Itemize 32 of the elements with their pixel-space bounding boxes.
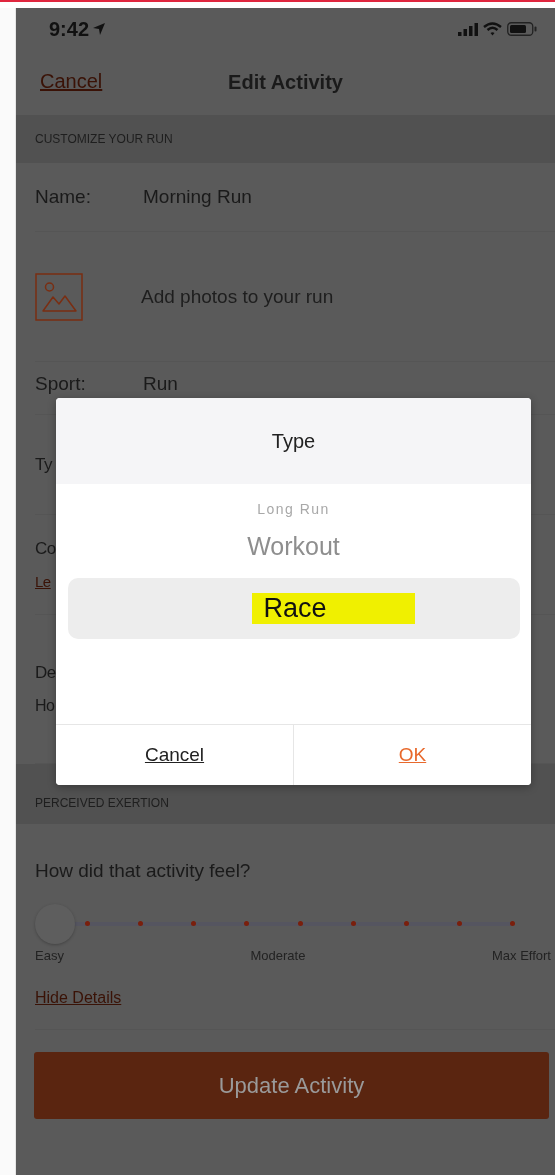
field-label: Ty xyxy=(35,454,52,475)
field-label: Co xyxy=(35,539,56,559)
scale-label: Moderate xyxy=(250,948,306,963)
status-time: 9:42 xyxy=(49,17,90,41)
field-label: De xyxy=(35,663,56,683)
dialog-title: Type xyxy=(56,398,531,484)
field-value: Morning Run xyxy=(143,186,252,208)
picker-option[interactable]: Race xyxy=(252,593,415,624)
field-value: Ho xyxy=(35,697,55,715)
detail-link[interactable]: Le xyxy=(35,573,51,590)
exertion-question: How did that activity feel? xyxy=(35,860,252,882)
add-photos-prompt[interactable]: Add photos to your run xyxy=(141,285,334,308)
scale-label: Max Effort xyxy=(492,948,551,963)
cancel-link[interactable]: Cancel xyxy=(40,70,103,93)
picker-option[interactable]: Workout xyxy=(247,531,340,561)
field-value: Run xyxy=(143,373,178,395)
field-label: Name: xyxy=(35,186,92,208)
update-activity-button[interactable]: Update Activity xyxy=(34,1052,549,1119)
picker-option[interactable]: Long Run xyxy=(257,501,330,517)
picker-selection[interactable]: Race xyxy=(67,578,520,639)
photo-icon xyxy=(35,272,83,321)
battery-icon xyxy=(507,22,537,36)
hide-details-link[interactable]: Hide Details xyxy=(35,989,122,1007)
ok-button[interactable]: OK xyxy=(294,725,531,785)
exertion-slider[interactable] xyxy=(35,904,513,944)
cancel-button[interactable]: Cancel xyxy=(56,725,294,785)
wifi-icon xyxy=(483,22,502,36)
location-arrow-icon xyxy=(92,22,107,36)
field-label: Sport: xyxy=(35,373,87,395)
signal-icon xyxy=(458,22,478,36)
scale-label: Easy xyxy=(35,948,64,963)
screen-title: Edit Activity xyxy=(228,71,343,94)
